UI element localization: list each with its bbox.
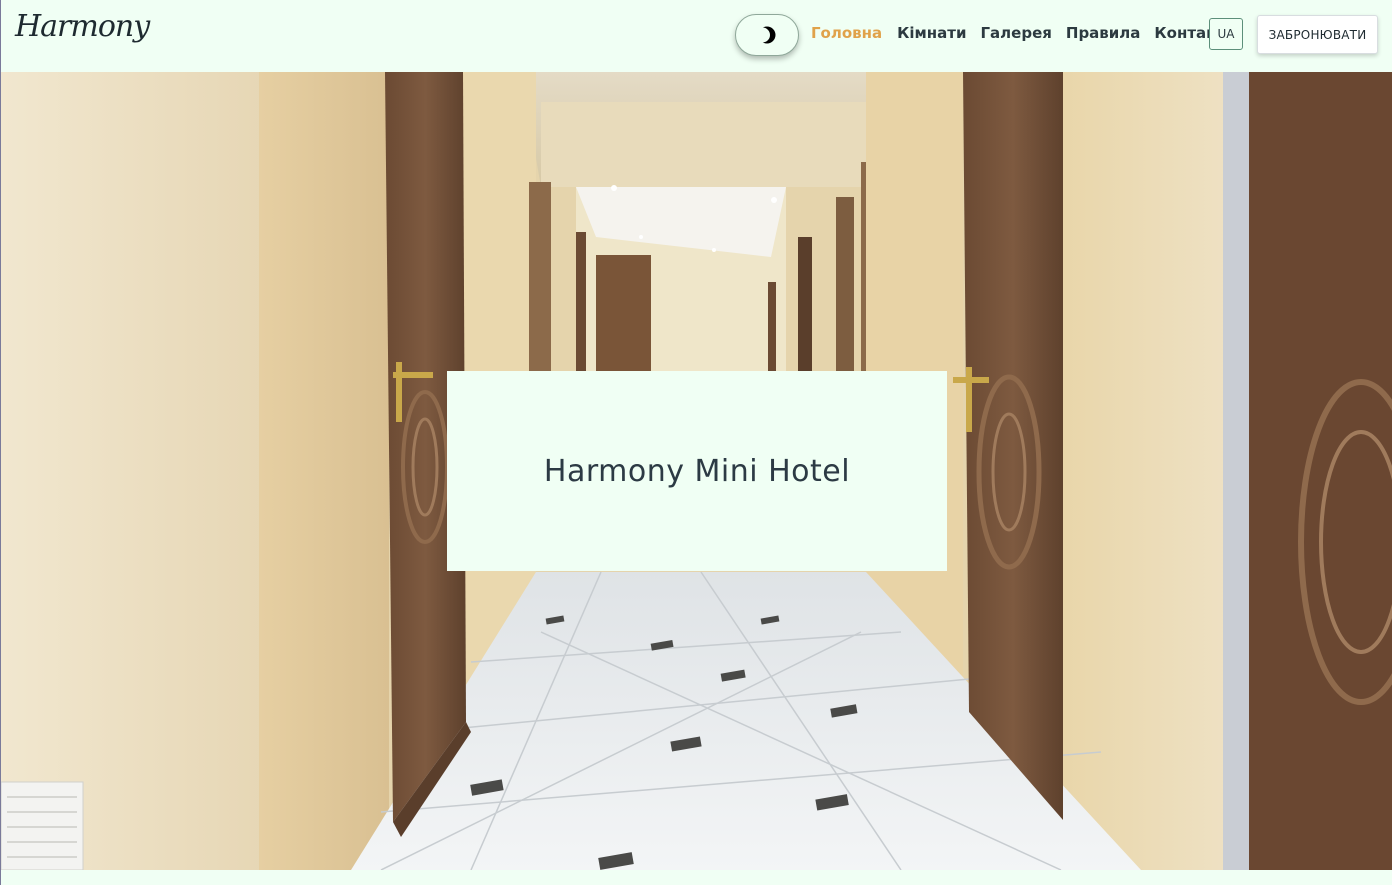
page: Harmony Головна Кімнати Галерея Правила … [0, 0, 1392, 885]
theme-toggle-button[interactable] [735, 14, 799, 56]
nav-item-rules[interactable]: Правила [1066, 24, 1141, 42]
bottom-strip [1, 870, 1392, 885]
logo[interactable]: Harmony [15, 12, 150, 42]
nav-item-rooms[interactable]: Кімнати [897, 24, 966, 42]
moon-icon [757, 26, 776, 44]
hero-section: Harmony Mini Hotel [1, 72, 1392, 870]
hero-title-card: Harmony Mini Hotel [447, 371, 947, 571]
main-nav: Головна Кімнати Галерея Правила Контакти [811, 24, 1236, 42]
book-button[interactable]: ЗАБРОНЮВАТИ [1257, 15, 1378, 54]
language-button[interactable]: UA [1209, 18, 1243, 50]
nav-item-home[interactable]: Головна [811, 24, 882, 42]
hero-title: Harmony Mini Hotel [543, 453, 851, 489]
nav-item-gallery[interactable]: Галерея [981, 24, 1052, 42]
site-header: Harmony Головна Кімнати Галерея Правила … [1, 0, 1392, 72]
